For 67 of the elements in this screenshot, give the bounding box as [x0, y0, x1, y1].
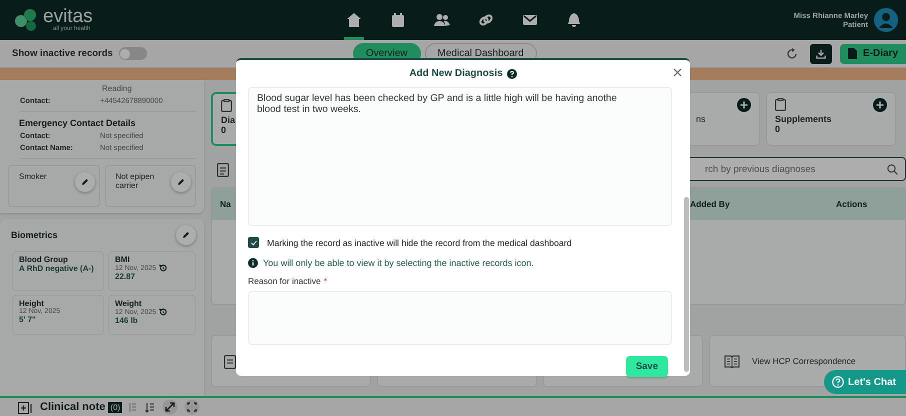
hcp-correspondence-link[interactable]: View HCP Correspondence [724, 354, 856, 368]
clinical-note-title: Clinical note [40, 401, 106, 413]
checkbox-label: Marking the record as inactive will hide the record from the medical dashboard [267, 238, 572, 248]
search-icon[interactable] [887, 164, 898, 174]
check-icon [250, 238, 258, 246]
toggle-label: Show inactive records [12, 48, 113, 59]
biometric-label: Height [19, 299, 45, 308]
logo-wordmark[interactable]: evitas [43, 8, 93, 26]
pencil-icon [177, 178, 185, 186]
category-count: 0 [221, 125, 228, 135]
expand-icon[interactable] [162, 399, 178, 415]
clipboard-icon [775, 98, 786, 111]
scrollbar[interactable] [684, 197, 689, 372]
clipboard-icon [217, 162, 229, 176]
download-button[interactable] [810, 44, 832, 64]
info-message: You will only be able to view it by selecting the inactive records icon. [263, 258, 534, 268]
biometric-label: BMI [115, 255, 131, 264]
column-header: Added By [689, 199, 731, 209]
avatar-icon[interactable] [874, 8, 898, 32]
category-label: Dia [221, 115, 236, 125]
pencil-icon [80, 178, 88, 186]
download-icon [816, 48, 826, 60]
edit-button[interactable] [176, 225, 196, 245]
clipboard-icon [221, 99, 232, 112]
dialog-title: Add New Diagnosis [409, 68, 503, 79]
edit-button[interactable] [74, 172, 94, 192]
category-card[interactable]: Supplements 0 [766, 92, 896, 146]
category-label: Supplements [775, 114, 833, 124]
section-title: Emergency Contact Details [19, 118, 137, 128]
diagnosis-notes-field[interactable]: Blood sugar level has been checked by GP and is a little high will be having anothe blood test in two weeks. [248, 87, 672, 226]
biometric-value: A RhD negative (A-) [19, 264, 95, 273]
clipboard-icon [224, 354, 236, 368]
fullscreen-icon[interactable] [184, 399, 200, 415]
info-icon [248, 258, 258, 268]
help-icon[interactable] [506, 68, 517, 78]
biometric-value: 146 lb [115, 316, 139, 325]
note-icon [18, 400, 34, 414]
status-label: Not epipen carrier [116, 172, 156, 190]
refresh-icon[interactable] [786, 48, 798, 60]
add-icon[interactable] [873, 98, 887, 112]
chat-button[interactable]: Let's Chat [824, 370, 906, 394]
biometric-label: Weight [115, 299, 143, 308]
history-icon[interactable] [159, 308, 168, 316]
edit-button[interactable] [171, 172, 191, 192]
add-icon[interactable] [737, 98, 751, 112]
book-icon [724, 354, 740, 368]
note-count: (0) [108, 402, 122, 412]
info-value: Reading [102, 84, 133, 93]
sort-icon[interactable] [145, 402, 156, 412]
close-icon[interactable] [671, 66, 684, 79]
category-label: ns [696, 114, 707, 124]
biometric-value: 22.87 [115, 272, 136, 281]
pencil-icon [182, 231, 190, 239]
column-header: Actions [835, 199, 868, 209]
e-diary-button[interactable]: E-Diary [840, 44, 906, 64]
biometric-value: 5' 7" [19, 315, 37, 324]
biometric-label: Blood Group [19, 255, 69, 264]
field-label: Reason for inactive [248, 276, 321, 286]
required-mark: * [324, 276, 328, 286]
document-icon [848, 48, 857, 59]
help-icon [832, 376, 844, 388]
column-header: Na [219, 199, 232, 209]
category-count: 0 [775, 124, 782, 134]
history-icon[interactable] [159, 264, 168, 272]
status-label: Smoker [19, 172, 48, 181]
section-title: Biometrics [11, 230, 58, 240]
save-button[interactable]: Save [626, 356, 668, 377]
